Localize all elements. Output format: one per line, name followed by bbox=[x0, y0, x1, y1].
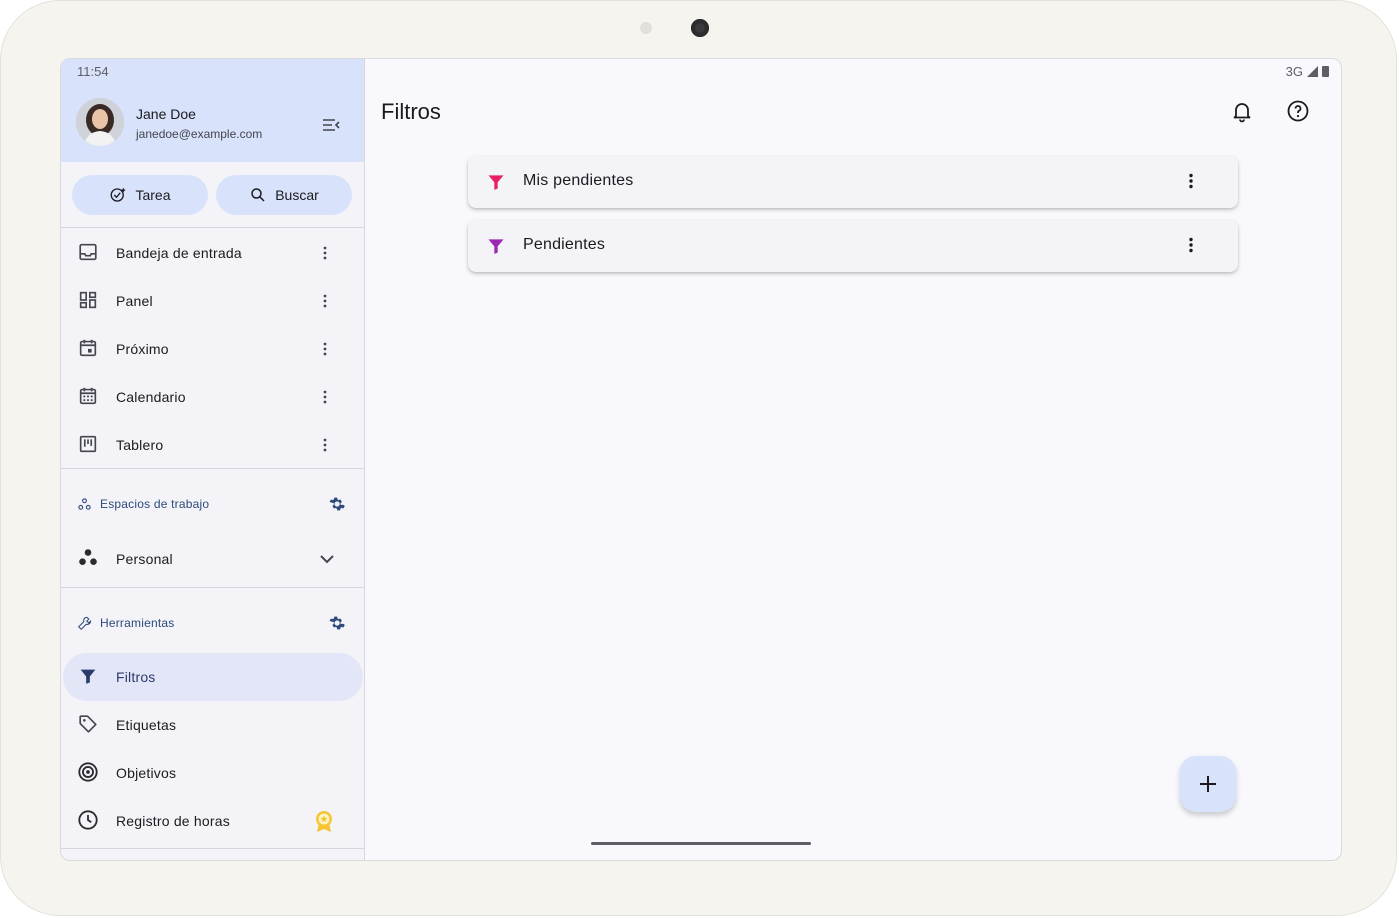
divider bbox=[61, 848, 364, 849]
nav-item-filters[interactable]: Filtros bbox=[63, 653, 363, 701]
profile-header: 11:54 Jane Doe janedoe@example.com bbox=[61, 59, 364, 162]
nav-label: Bandeja de entrada bbox=[116, 245, 242, 261]
search-label: Buscar bbox=[275, 187, 319, 203]
network-type: 3G bbox=[1285, 64, 1303, 79]
filter-card[interactable]: Pendientes bbox=[468, 220, 1238, 272]
nav-label: Filtros bbox=[116, 669, 156, 685]
gear-icon[interactable] bbox=[327, 614, 345, 632]
nav-label: Objetivos bbox=[116, 765, 177, 781]
gesture-home-bar[interactable] bbox=[591, 842, 811, 845]
workspace-label: Personal bbox=[116, 551, 173, 567]
profile-email: janedoe@example.com bbox=[136, 127, 263, 141]
calendar-month-icon bbox=[79, 387, 97, 405]
signal-icon bbox=[1307, 66, 1318, 77]
workspace-dots-icon bbox=[79, 549, 97, 565]
more-vert-icon[interactable] bbox=[1180, 234, 1202, 256]
filter-card[interactable]: Mis pendientes bbox=[468, 156, 1238, 208]
tablet-frame: 11:54 Jane Doe janedoe@example.com Tarea… bbox=[0, 0, 1397, 916]
nav-label: Panel bbox=[116, 293, 153, 309]
plus-icon bbox=[1200, 776, 1216, 792]
app-screen: 11:54 Jane Doe janedoe@example.com Tarea… bbox=[60, 58, 1342, 861]
calendar-event-icon bbox=[79, 339, 97, 357]
clock-icon bbox=[78, 810, 98, 830]
tools-header: Herramientas bbox=[61, 606, 364, 642]
workspaces-icon bbox=[78, 498, 91, 510]
more-vert-icon[interactable] bbox=[315, 435, 335, 455]
nav-item-inbox[interactable]: Bandeja de entrada bbox=[61, 229, 364, 277]
filter-icon bbox=[488, 239, 504, 254]
nav-item-calendar[interactable]: Calendario bbox=[61, 373, 364, 421]
premium-badge-icon bbox=[316, 811, 332, 832]
new-task-label: Tarea bbox=[135, 187, 171, 203]
nav-item-goals[interactable]: Objetivos bbox=[61, 749, 364, 797]
more-vert-icon[interactable] bbox=[315, 291, 335, 311]
more-vert-icon[interactable] bbox=[1180, 170, 1202, 192]
status-time: 11:54 bbox=[77, 64, 109, 79]
nav-label: Registro de horas bbox=[116, 813, 230, 829]
add-task-icon bbox=[111, 188, 126, 202]
tag-icon bbox=[79, 715, 97, 733]
filter-name: Mis pendientes bbox=[523, 172, 634, 189]
filter-icon bbox=[80, 669, 96, 684]
workspaces-header: Espacios de trabajo bbox=[61, 487, 364, 523]
nav-item-panel[interactable]: Panel bbox=[61, 277, 364, 325]
tools-title: Herramientas bbox=[100, 616, 175, 630]
gear-icon[interactable] bbox=[327, 495, 345, 513]
sensor-dot bbox=[640, 22, 652, 34]
collapse-menu-icon[interactable] bbox=[319, 113, 343, 137]
more-vert-icon[interactable] bbox=[315, 243, 335, 263]
divider bbox=[61, 587, 364, 588]
bell-icon[interactable] bbox=[1230, 99, 1254, 123]
workspaces-title: Espacios de trabajo bbox=[100, 497, 210, 511]
profile-name: Jane Doe bbox=[136, 106, 196, 122]
wrench-icon bbox=[77, 616, 92, 631]
battery-icon bbox=[1322, 66, 1329, 77]
nav-label: Etiquetas bbox=[116, 717, 177, 733]
nav-item-upcoming[interactable]: Próximo bbox=[61, 325, 364, 373]
search-icon bbox=[251, 188, 265, 202]
chevron-down-icon[interactable] bbox=[317, 549, 337, 569]
workspace-personal[interactable]: Personal bbox=[61, 535, 364, 583]
more-vert-icon[interactable] bbox=[315, 339, 335, 359]
inbox-icon bbox=[79, 243, 97, 261]
front-camera bbox=[691, 19, 709, 37]
nav-label: Próximo bbox=[116, 341, 169, 357]
add-filter-button[interactable] bbox=[1180, 756, 1236, 812]
avatar[interactable] bbox=[76, 98, 124, 146]
divider bbox=[61, 468, 364, 469]
more-vert-icon[interactable] bbox=[315, 387, 335, 407]
help-icon[interactable] bbox=[1286, 99, 1310, 123]
divider bbox=[61, 227, 364, 228]
status-icons: 3G bbox=[1286, 64, 1329, 79]
filter-icon bbox=[488, 175, 504, 190]
search-button[interactable]: Buscar bbox=[216, 175, 352, 215]
nav-label: Calendario bbox=[116, 389, 186, 405]
new-task-button[interactable]: Tarea bbox=[72, 175, 208, 215]
page-title: Filtros bbox=[381, 99, 441, 124]
nav-item-board[interactable]: Tablero bbox=[61, 421, 364, 469]
board-icon bbox=[79, 435, 97, 453]
nav-label: Tablero bbox=[116, 437, 164, 453]
navigation-drawer: 11:54 Jane Doe janedoe@example.com Tarea… bbox=[61, 59, 365, 860]
nav-item-labels[interactable]: Etiquetas bbox=[61, 701, 364, 749]
target-icon bbox=[78, 762, 98, 782]
nav-item-time-log[interactable]: Registro de horas bbox=[61, 797, 364, 845]
filter-name: Pendientes bbox=[523, 236, 606, 253]
dashboard-icon bbox=[79, 291, 97, 309]
